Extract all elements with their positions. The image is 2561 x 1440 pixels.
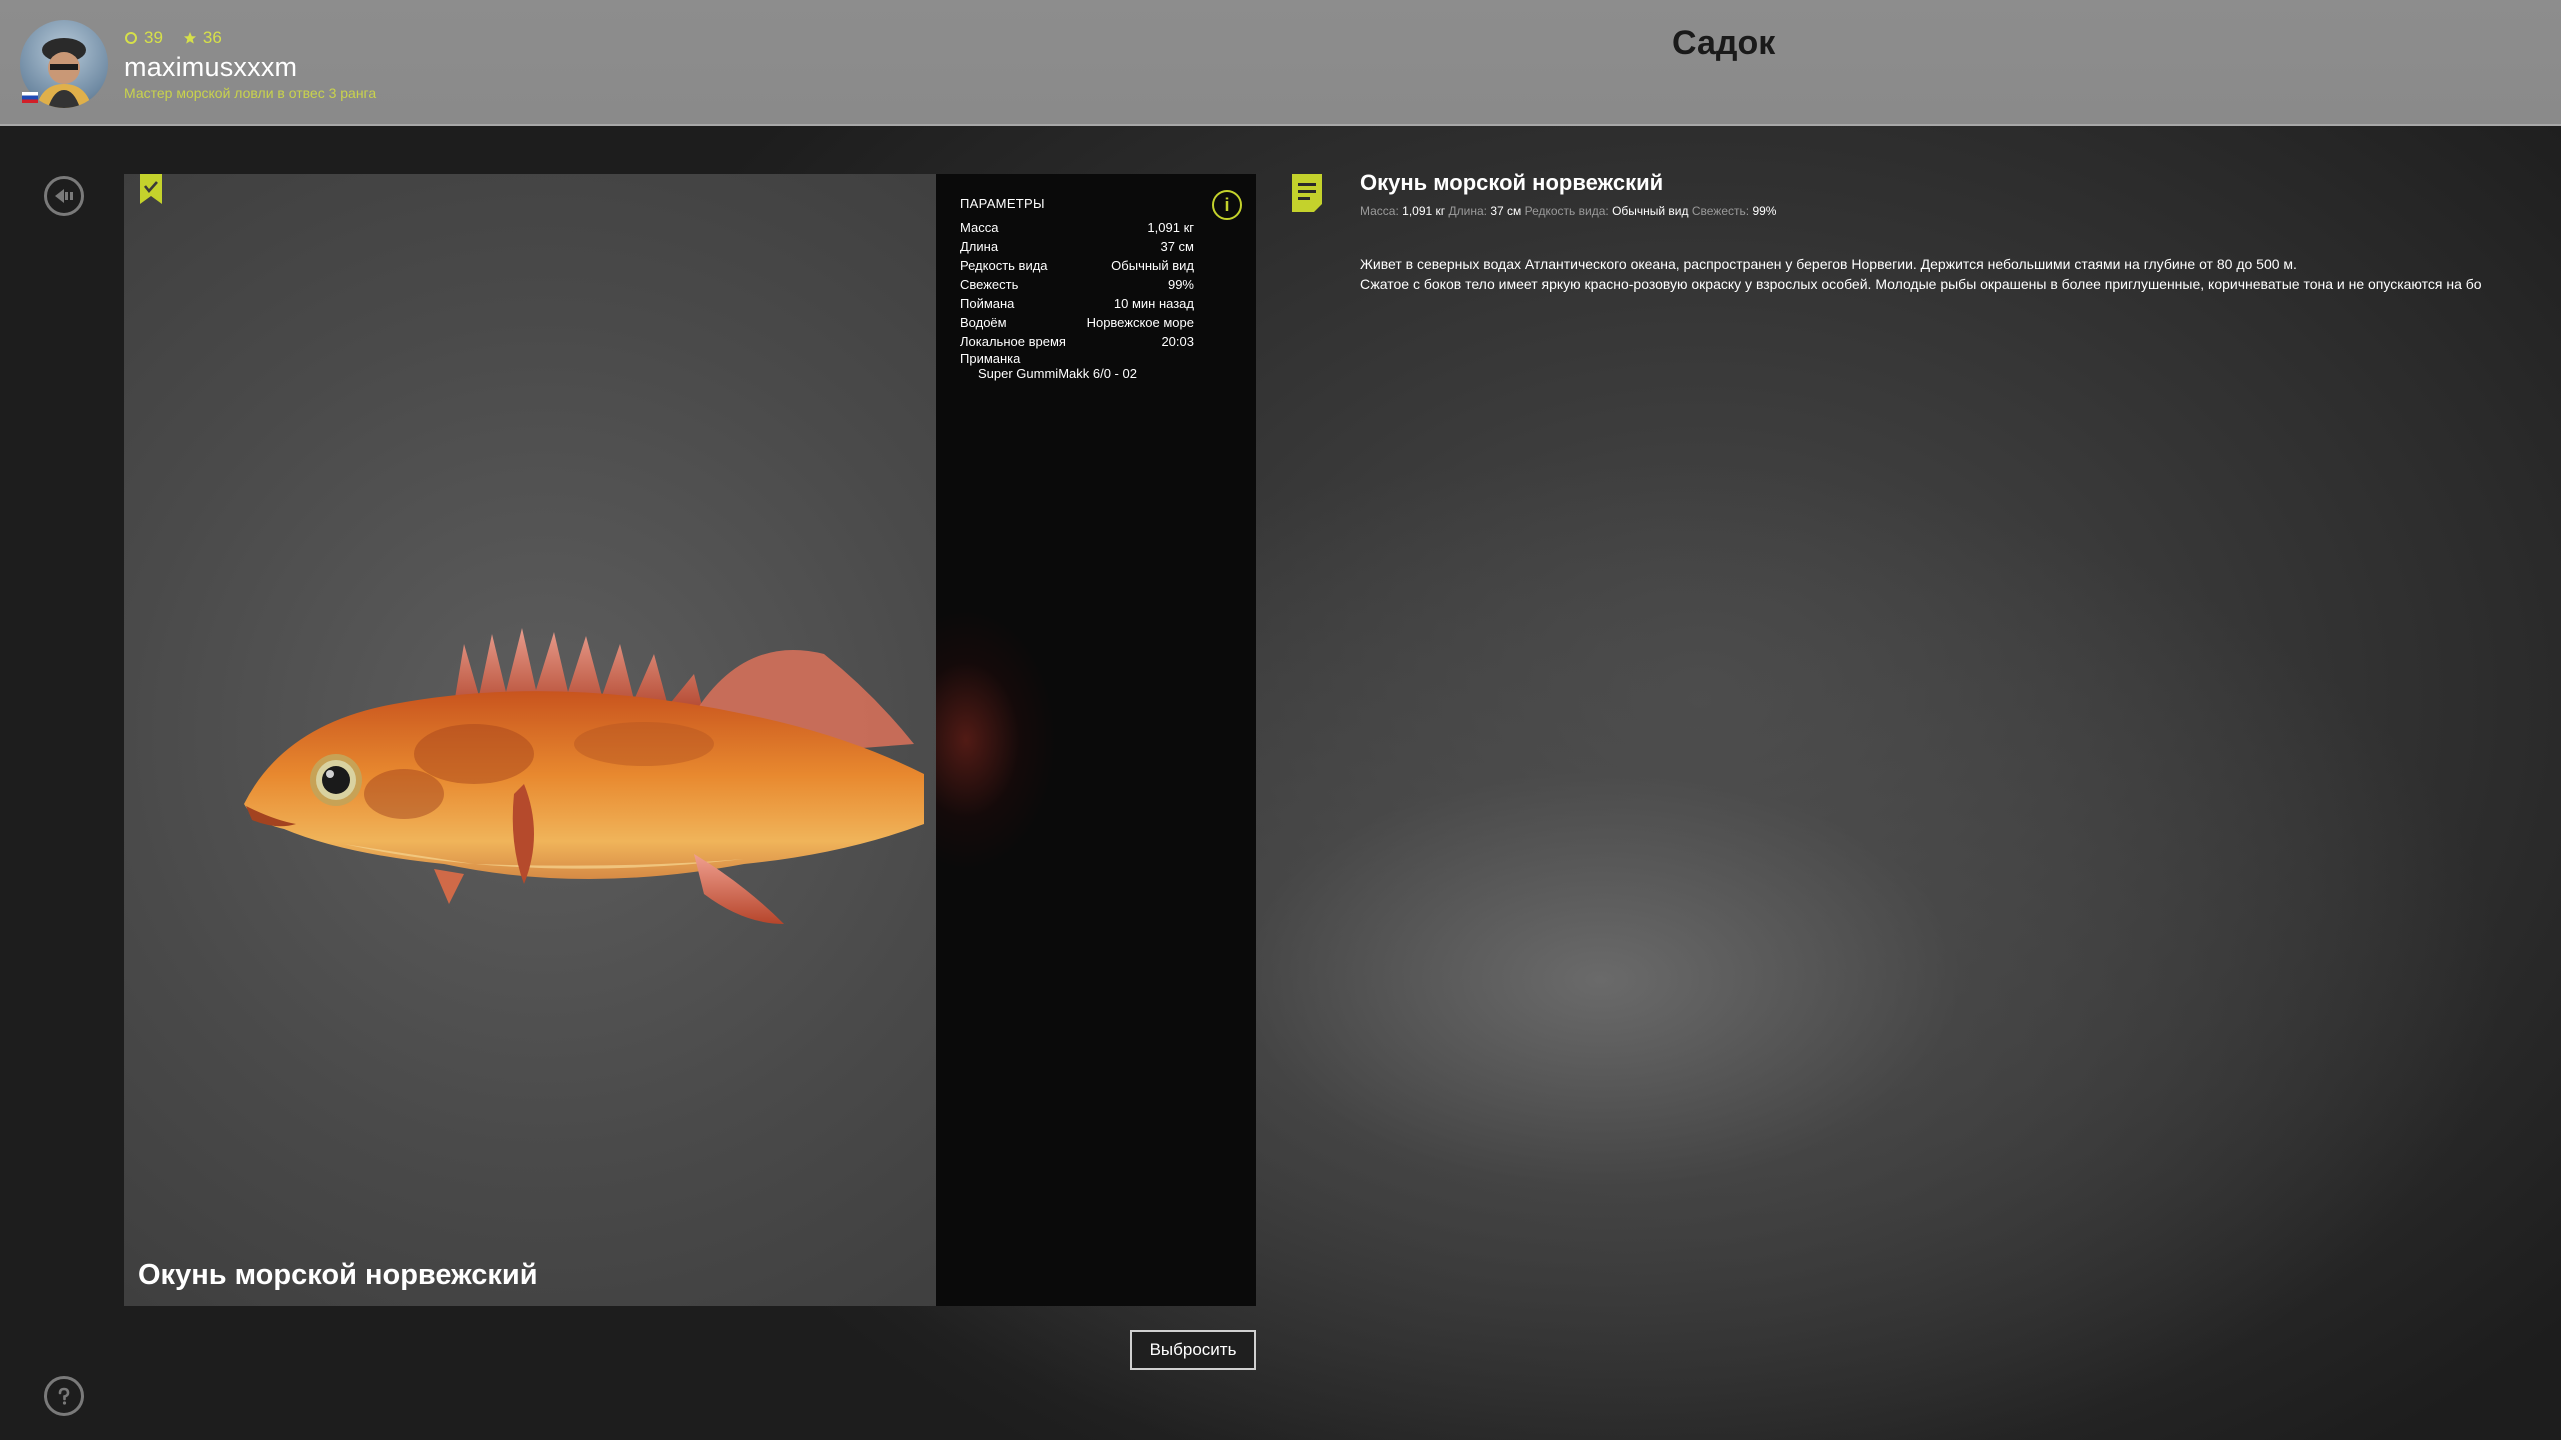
param-row: Водоём Норвежское море <box>960 313 1194 332</box>
back-button[interactable] <box>44 176 84 216</box>
meta-fresh-value: 99% <box>1752 204 1777 218</box>
info-icon: i <box>1224 194 1230 215</box>
param-row: Поймана 10 мин назад <box>960 294 1194 313</box>
description-meta: Масса: 1,091 кг Длина: 37 см Редкость ви… <box>1360 204 1776 218</box>
description-title: Окунь морской норвежский <box>1360 170 1664 195</box>
param-row: Длина 37 см <box>960 237 1194 256</box>
fish-name-caption: Окунь морской норвежский <box>138 1259 538 1291</box>
country-flag-icon <box>22 92 38 103</box>
description-text: Живет в северных водах Атлантического ок… <box>1360 254 2561 294</box>
param-row: Масса 1,091 кг <box>960 218 1194 237</box>
meta-length-value: 37 см <box>1490 204 1522 218</box>
help-button[interactable] <box>44 1376 84 1416</box>
param-label: Водоём <box>960 315 1007 330</box>
fish-tail <box>936 610 1106 870</box>
document-icon <box>1292 174 1322 212</box>
param-value: 10 мин назад <box>1113 296 1194 311</box>
param-value: 99% <box>1167 277 1194 292</box>
param-row: Редкость вида Обычный вид <box>960 256 1194 275</box>
params-list: Масса 1,091 кг Длина 37 см Редкость вида Обыч… <box>960 218 1194 382</box>
param-value: 1,091 кг <box>1147 220 1194 235</box>
top-header: 39 36 maximusxxxm Мастер морской ловли в… <box>0 0 2561 126</box>
param-row: Локальное время 20:03 <box>960 332 1194 351</box>
param-value: 37 см <box>1160 239 1194 254</box>
discard-button[interactable]: Выбросить <box>1130 1330 1256 1370</box>
player-rank: Мастер морской ловли в отвес 3 ранга <box>124 85 377 101</box>
param-value: Обычный вид <box>1111 258 1194 273</box>
param-value: 20:03 <box>1161 334 1194 349</box>
back-arrow-icon <box>55 189 73 203</box>
coin-icon <box>125 32 137 44</box>
currency-row: 39 36 <box>124 28 222 48</box>
username[interactable]: maximusxxxm <box>124 52 297 83</box>
coins-count: 39 <box>144 28 163 47</box>
meta-length-label: Длина: <box>1448 204 1487 218</box>
param-label: Масса <box>960 220 999 235</box>
param-value: Норвежское море <box>1086 315 1194 330</box>
description-line: Сжатое с боков тело имеет яркую красно-р… <box>1360 276 2482 292</box>
bait-label: Приманка <box>960 351 1021 366</box>
param-label: Поймана <box>960 296 1015 311</box>
help-icon <box>58 1387 70 1405</box>
param-label: Свежесть <box>960 277 1019 292</box>
meta-mass-value: 1,091 кг <box>1402 204 1446 218</box>
params-title: ПАРАМЕТРЫ <box>960 196 1045 211</box>
info-button[interactable]: i <box>1212 190 1242 220</box>
bait-value: Super GummiMakk 6/0 - 02 <box>978 366 1137 381</box>
param-label: Длина <box>960 239 999 254</box>
param-label: Редкость вида <box>960 258 1048 273</box>
meta-fresh-label: Свежесть: <box>1691 204 1750 218</box>
meta-rarity-value: Обычный вид <box>1612 204 1689 218</box>
meta-rarity-label: Редкость вида: <box>1524 204 1609 218</box>
meta-mass-label: Масса: <box>1360 204 1399 218</box>
description-line: Живет в северных водах Атлантического ок… <box>1360 256 2297 272</box>
stars-count: 36 <box>202 28 222 47</box>
bookmark-check-icon[interactable] <box>140 174 162 204</box>
param-row: Свежесть 99% <box>960 275 1194 294</box>
page-title: Садок <box>1672 24 1776 62</box>
param-label: Локальное время <box>960 334 1066 349</box>
star-icon <box>183 32 196 44</box>
